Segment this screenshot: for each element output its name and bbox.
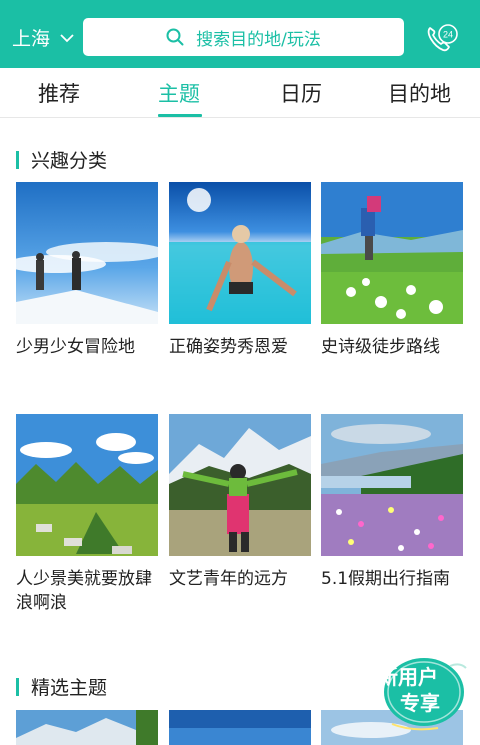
card-image-hiking[interactable]: [321, 182, 463, 324]
search-placeholder: 搜索目的地/玩法: [196, 29, 321, 50]
featured-image-1[interactable]: [16, 710, 158, 745]
card-image-literary[interactable]: [169, 414, 311, 556]
featured-image-2[interactable]: [169, 710, 311, 745]
city-name: 上海: [12, 28, 51, 50]
chevron-down-icon: [60, 33, 74, 42]
card-title-hiking[interactable]: 史诗级徒步路线: [321, 335, 471, 359]
tab-destination[interactable]: 目的地: [388, 78, 451, 108]
card-title-holiday[interactable]: 5.1假期出行指南: [321, 567, 471, 591]
card-title-literary[interactable]: 文艺青年的远方: [169, 567, 319, 591]
promo-line2: 专享: [400, 691, 440, 715]
card-image-romance[interactable]: [169, 182, 311, 324]
tab-theme[interactable]: 主题: [158, 78, 200, 108]
tab-recommend[interactable]: 推荐: [38, 78, 80, 108]
top-header: 上海 搜索目的地/玩法 24: [0, 0, 480, 68]
new-user-promo-badge[interactable]: 新用户 专享: [372, 652, 468, 732]
tab-calendar[interactable]: 日历: [280, 78, 322, 108]
search-icon: [166, 28, 184, 46]
hiking-meadow-photo: [321, 182, 463, 324]
card-title-romance[interactable]: 正确姿势秀恩爱: [169, 335, 319, 359]
snow-mountain-photo: [16, 182, 158, 324]
mountain-woman-photo: [169, 414, 311, 556]
featured-photo-2: [169, 710, 311, 745]
phone-24h-icon: 24: [427, 24, 458, 52]
active-tab-indicator: [158, 114, 202, 117]
section-accent-bar: [16, 150, 19, 169]
karst-landscape-photo: [16, 414, 158, 556]
card-title-adventure[interactable]: 少男少女冒险地: [16, 335, 166, 359]
card-image-adventure[interactable]: [16, 182, 158, 324]
card-title-scenic[interactable]: 人少景美就要放肆浪啊浪: [16, 567, 166, 615]
pool-couple-photo: [169, 182, 311, 324]
phone-24h-button[interactable]: 24: [424, 22, 458, 54]
tab-bar: 推荐 主题 日历 目的地: [0, 68, 480, 118]
interest-section-title: 兴趣分类: [16, 146, 107, 173]
featured-section-title: 精选主题: [16, 673, 107, 700]
city-selector[interactable]: 上海: [12, 24, 74, 51]
phone-badge-text: 24: [443, 30, 453, 40]
featured-photo-1: [16, 710, 158, 745]
app-screen: 上海 搜索目的地/玩法 24 推荐 主题 日历 目的地 兴趣分类 少男少女冒险地…: [0, 0, 480, 745]
card-image-holiday[interactable]: [321, 414, 463, 556]
promo-line1: 新用户: [378, 665, 438, 689]
section-title-text: 精选主题: [31, 677, 108, 699]
card-image-scenic[interactable]: [16, 414, 158, 556]
section-accent-bar: [16, 677, 19, 696]
flower-field-photo: [321, 414, 463, 556]
search-bar[interactable]: 搜索目的地/玩法: [83, 18, 404, 56]
section-title-text: 兴趣分类: [31, 150, 108, 172]
